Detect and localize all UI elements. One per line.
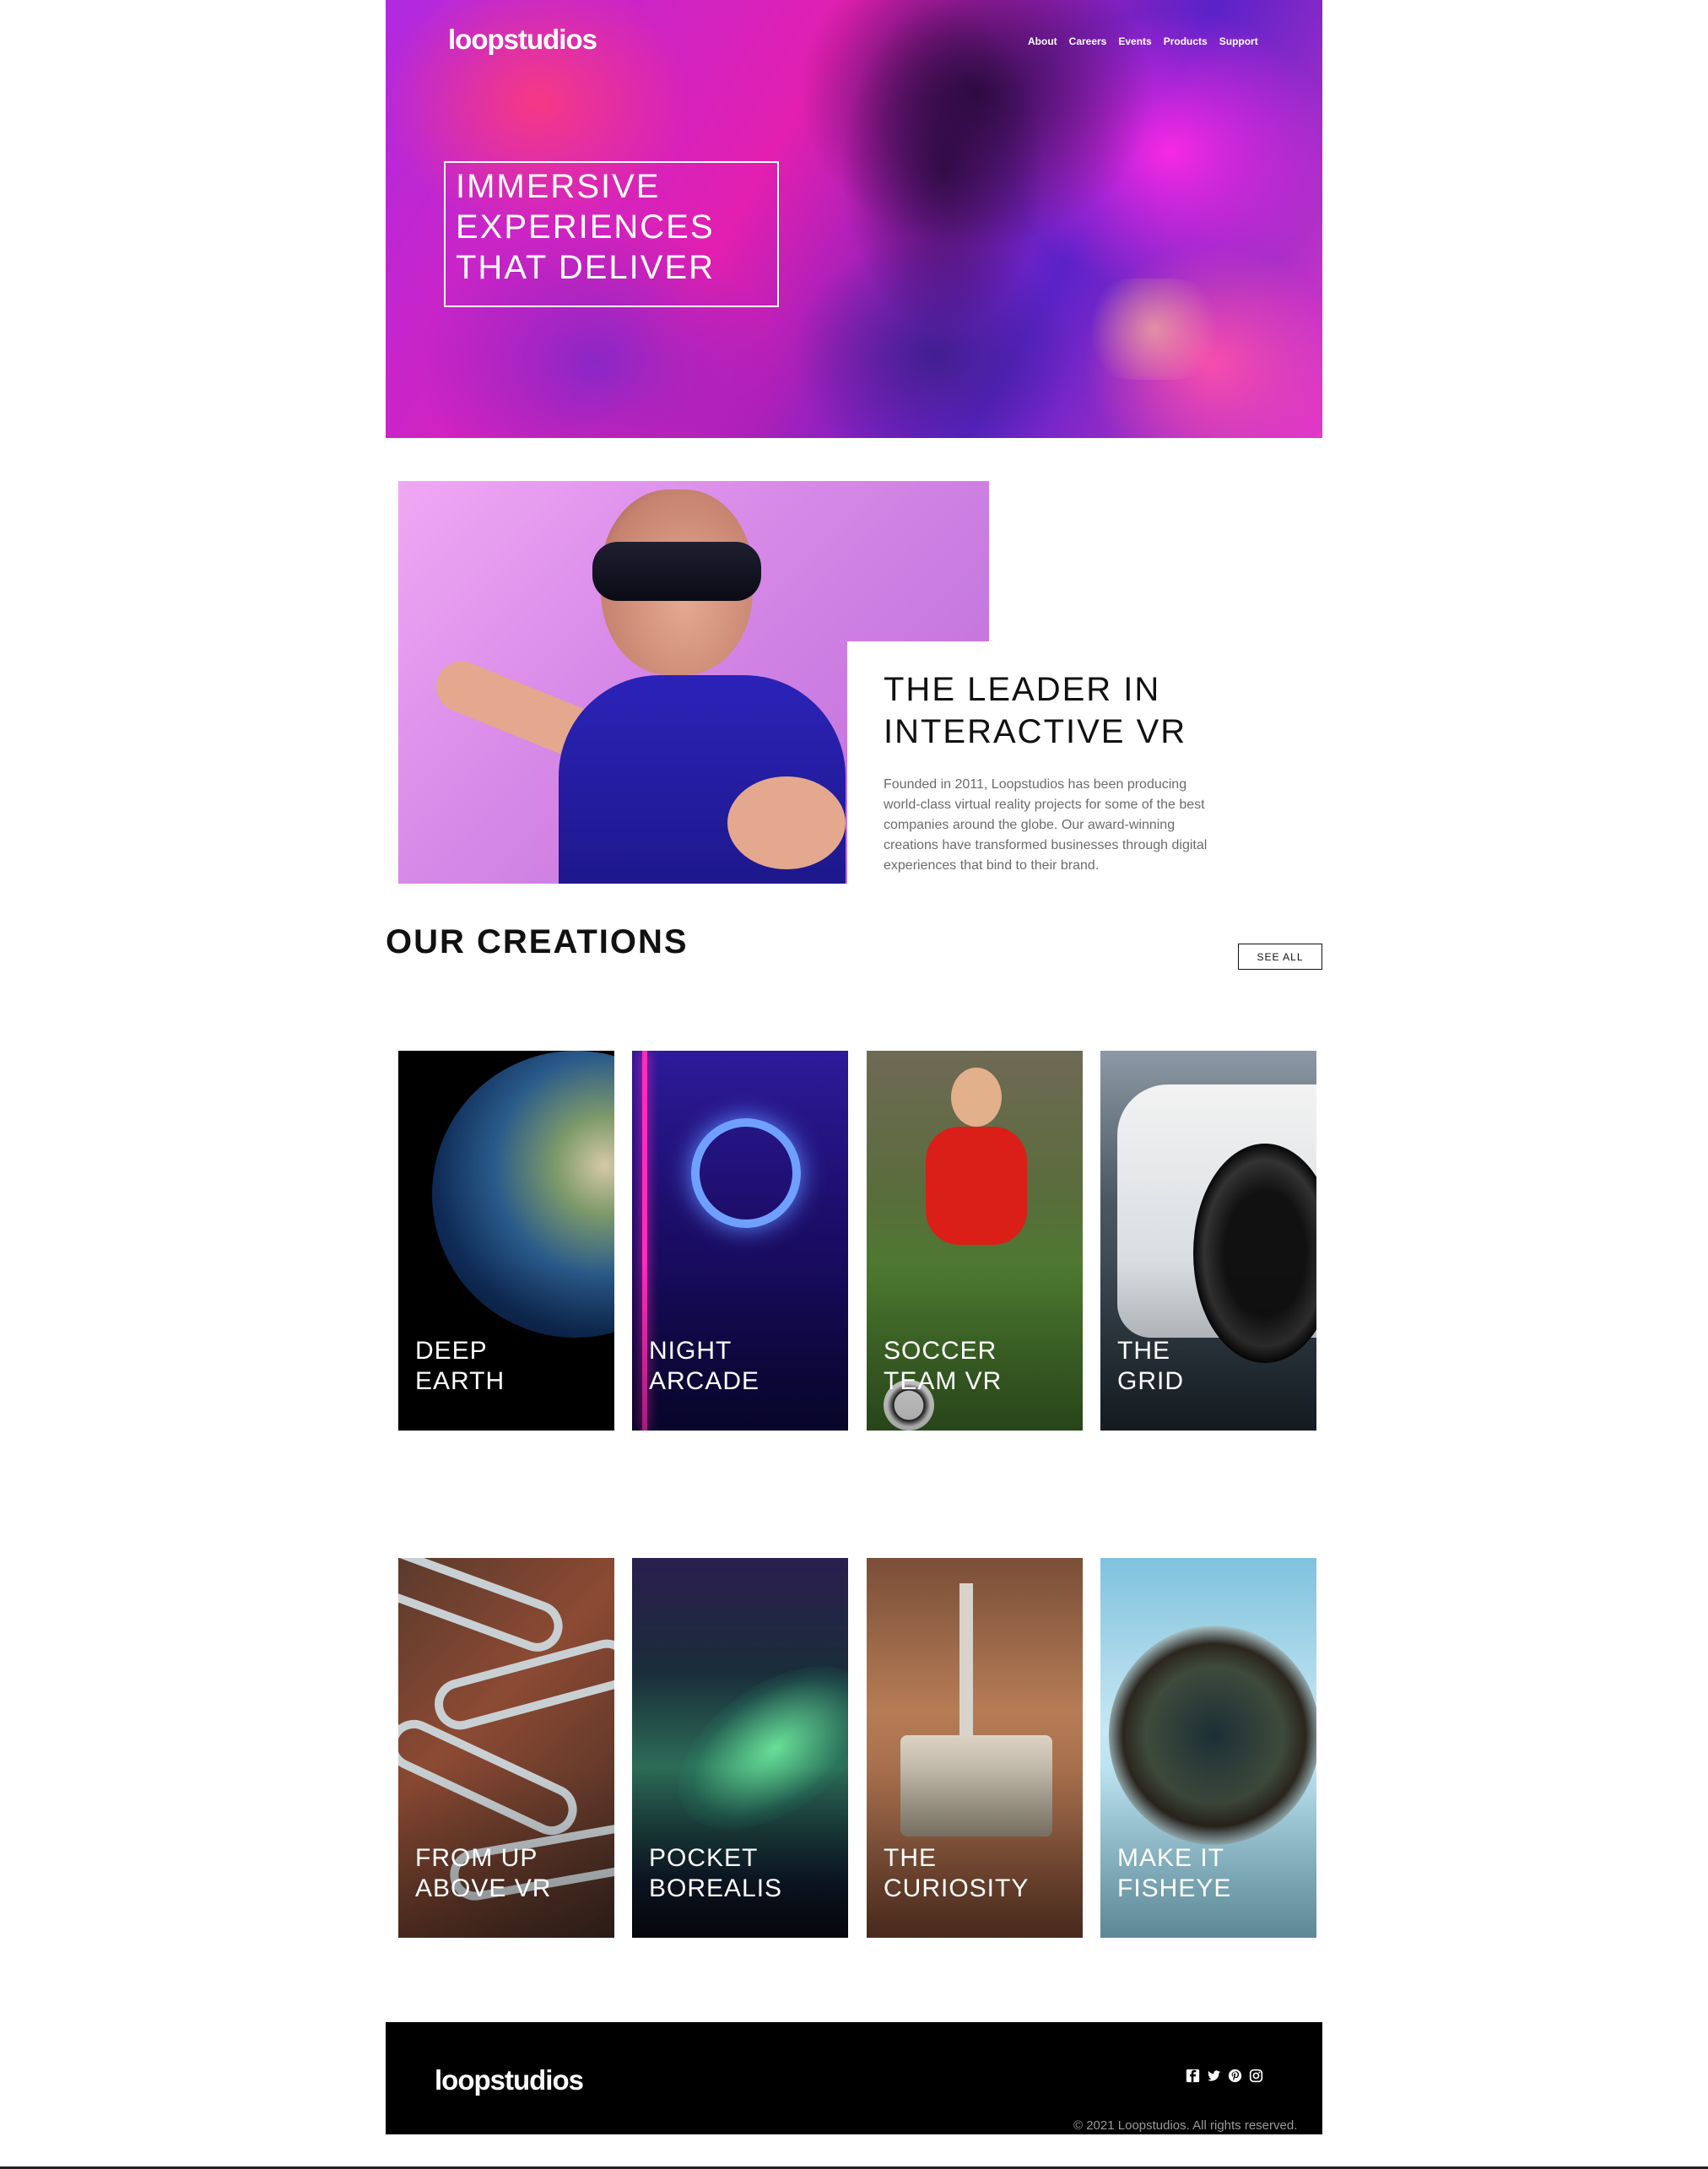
creation-title-line: SOCCER bbox=[884, 1337, 997, 1365]
creation-title-line: TEAM VR bbox=[884, 1367, 1003, 1395]
intro-card: THE LEADER IN INTERACTIVE VR Founded in … bbox=[847, 641, 1207, 886]
creations-title: OUR CREATIONS bbox=[386, 923, 689, 960]
creation-card-deep-earth[interactable]: DEEP EARTH bbox=[398, 1051, 614, 1431]
creation-title-line: ABOVE VR bbox=[415, 1874, 552, 1902]
creation-title: POCKET BOREALIS bbox=[649, 1843, 835, 1904]
creation-title-line: ARCADE bbox=[649, 1367, 760, 1395]
creation-card-from-up-above-vr[interactable]: FROM UP ABOVE VR bbox=[398, 1558, 614, 1938]
facebook-icon[interactable] bbox=[1186, 2069, 1200, 2083]
creation-title-line: NIGHT bbox=[649, 1337, 732, 1365]
nav-events[interactable]: Events bbox=[1118, 35, 1151, 47]
creation-title-line: EARTH bbox=[415, 1367, 505, 1395]
hero-line: EXPERIENCES bbox=[456, 208, 715, 246]
creation-title: THE GRID bbox=[1117, 1336, 1303, 1397]
creation-card-the-curiosity[interactable]: THE CURIOSITY bbox=[867, 1558, 1083, 1938]
copyright-text: © 2021 Loopstudios. All rights reserved. bbox=[1073, 2118, 1298, 2133]
social-links bbox=[1186, 2069, 1263, 2083]
nav-careers[interactable]: Careers bbox=[1069, 35, 1107, 47]
hero-headline-box: IMMERSIVE EXPERIENCES THAT DELIVER bbox=[444, 161, 779, 307]
main-nav: About Careers Events Products Support bbox=[1028, 35, 1258, 47]
creation-card-make-it-fisheye[interactable]: MAKE IT FISHEYE bbox=[1100, 1558, 1316, 1938]
creation-title: FROM UP ABOVE VR bbox=[415, 1843, 601, 1904]
intro-text: Founded in 2011, Loopstudios has been pr… bbox=[884, 777, 1208, 873]
see-all-button[interactable]: SEE ALL bbox=[1238, 944, 1322, 970]
twitter-icon[interactable] bbox=[1207, 2069, 1221, 2083]
intro-title-line: THE LEADER IN bbox=[884, 671, 1161, 708]
hero-line: THAT DELIVER bbox=[456, 249, 716, 286]
instagram-icon[interactable] bbox=[1249, 2069, 1263, 2083]
creation-title-line: MAKE IT bbox=[1117, 1844, 1225, 1872]
creation-card-soccer-team-vr[interactable]: SOCCER TEAM VR bbox=[867, 1051, 1083, 1431]
creation-title: MAKE IT FISHEYE bbox=[1117, 1843, 1303, 1904]
creation-card-pocket-borealis[interactable]: POCKET BOREALIS bbox=[632, 1558, 848, 1938]
creation-card-the-grid[interactable]: THE GRID bbox=[1100, 1051, 1316, 1431]
nav-support[interactable]: Support bbox=[1219, 35, 1258, 47]
creation-title: THE CURIOSITY bbox=[884, 1843, 1069, 1904]
hero-image-shade bbox=[791, 0, 1095, 438]
creation-title-line: DEEP bbox=[415, 1337, 488, 1365]
nav-products[interactable]: Products bbox=[1164, 35, 1208, 47]
creation-title-line: GRID bbox=[1117, 1367, 1184, 1395]
hero-line: IMMERSIVE bbox=[456, 168, 661, 205]
intro-title-line: INTERACTIVE VR bbox=[884, 713, 1187, 750]
creation-title: SOCCER TEAM VR bbox=[884, 1336, 1069, 1397]
creation-title: DEEP EARTH bbox=[415, 1336, 601, 1397]
creation-title: NIGHT ARCADE bbox=[649, 1336, 835, 1397]
creation-card-night-arcade[interactable]: NIGHT ARCADE bbox=[632, 1051, 848, 1431]
creation-title-line: THE bbox=[884, 1844, 937, 1872]
creation-title-line: CURIOSITY bbox=[884, 1874, 1030, 1902]
creation-title-line: BOREALIS bbox=[649, 1874, 783, 1902]
intro-title: THE LEADER IN INTERACTIVE VR bbox=[884, 668, 1202, 753]
footer-logo[interactable]: loopstudios bbox=[435, 2064, 584, 2096]
creation-title-line: FROM UP bbox=[415, 1844, 538, 1872]
vr-headset bbox=[592, 542, 761, 601]
intro-image-hand bbox=[727, 776, 846, 869]
creation-title-line: FISHEYE bbox=[1117, 1874, 1232, 1902]
pinterest-icon[interactable] bbox=[1228, 2069, 1242, 2083]
footer: loopstudios © 2021 Loopstudios. All righ… bbox=[386, 2022, 1322, 2134]
creation-title-line: POCKET bbox=[649, 1844, 759, 1872]
nav-about[interactable]: About bbox=[1028, 35, 1057, 47]
page: loopstudios About Careers Events Product… bbox=[0, 0, 1708, 2169]
creation-title-line: THE bbox=[1117, 1337, 1170, 1365]
hero-image-glow bbox=[1078, 279, 1230, 380]
header-logo[interactable]: loopstudios bbox=[448, 24, 597, 56]
